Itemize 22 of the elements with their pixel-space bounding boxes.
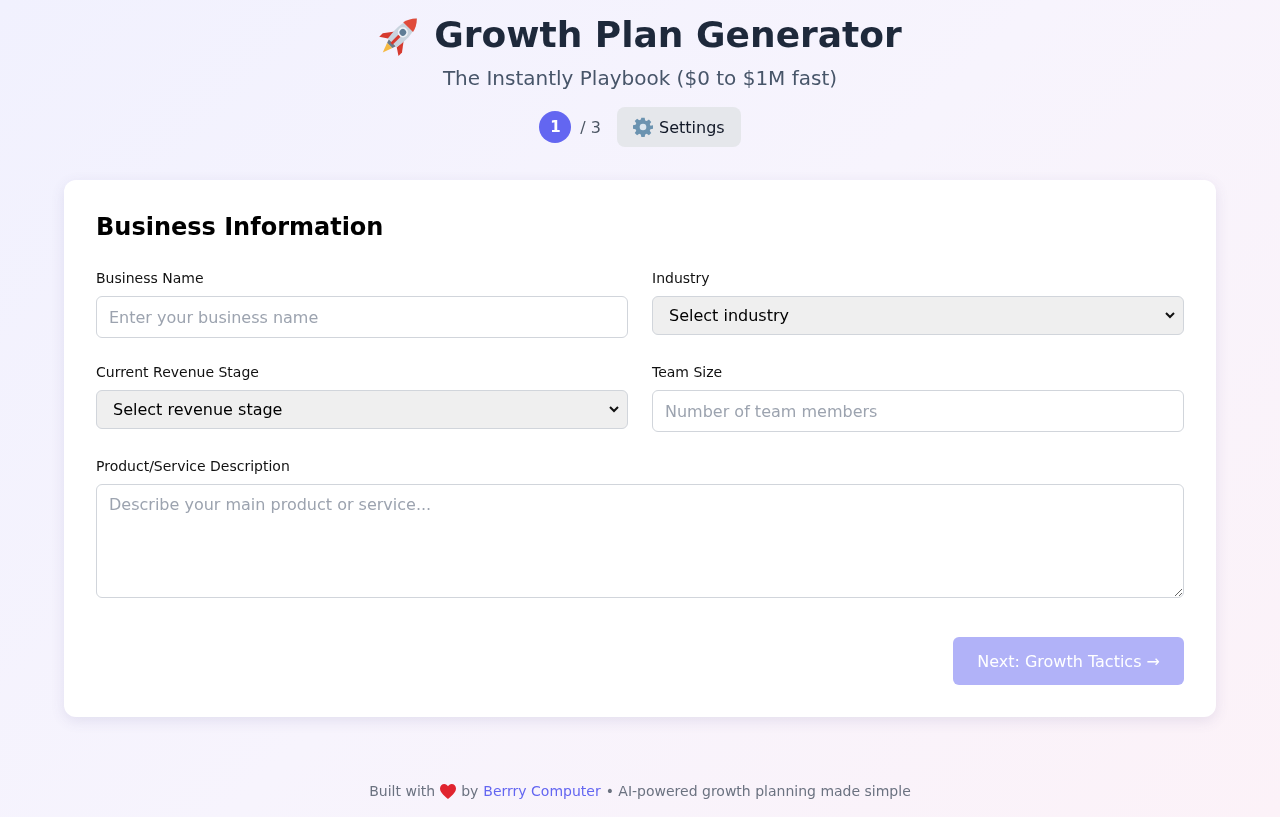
textarea-field[interactable]: Describe your main product or service... [96,484,1184,598]
field-label: Business Name [96,269,205,288]
chevron-down-icon [1165,312,1175,319]
field-label: Current Revenue Stage [96,363,260,382]
settings-button[interactable]: Settings [617,107,741,147]
gear-icon [633,117,653,137]
select-dropdown[interactable]: Select revenue stage [96,390,628,429]
field-label: Team Size [652,363,724,382]
chevron-down-icon [609,406,619,413]
step-number: 1 [539,111,572,143]
step-total: / 3 [580,117,601,137]
footer-link[interactable]: Berrry Computer [483,781,601,801]
heart-icon [440,783,457,799]
page-title: Growth Plan Generator [434,13,902,57]
text-input-field[interactable]: Enter your business name [96,296,628,338]
field-label: Industry [652,269,711,288]
field-label: Product/Service Description [96,457,291,476]
select-dropdown[interactable]: Select industry [652,296,1184,335]
page-subtitle: The Instantly Playbook ($0 to $1M fast) [442,65,838,92]
form-title: Business Information [96,212,385,242]
text-input-field[interactable]: Number of team members [652,390,1184,432]
footer-text: Built with by Berrry Computer • AI-powered growth planning made simple [369,781,911,801]
